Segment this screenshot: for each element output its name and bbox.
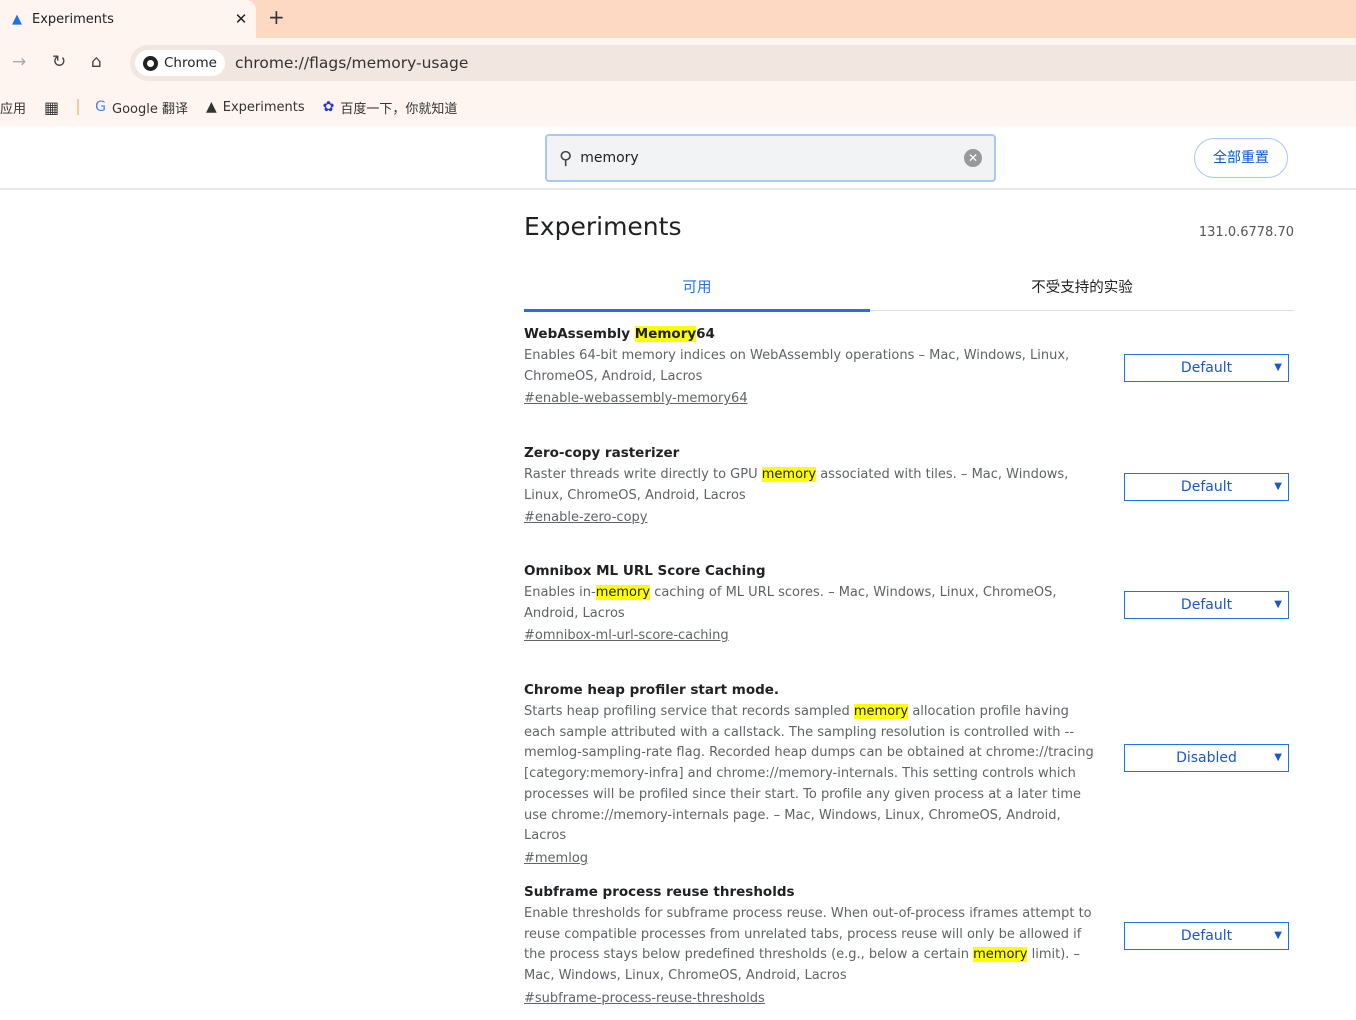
chevron-down-icon: ▼ — [1274, 599, 1282, 610]
experiment-item: Zero-copy rasterizer Raster threads writ… — [524, 443, 1294, 525]
chevron-down-icon: ▼ — [1274, 930, 1282, 941]
experiment-description: Starts heap profiling service that recor… — [524, 702, 1099, 847]
description-text: Enables 64-bit memory indices on WebAsse… — [524, 348, 1070, 384]
select-value: Default — [1180, 360, 1233, 376]
description-text: Starts heap profiling service that recor… — [524, 704, 854, 719]
title-text: Chrome heap profiler start mode. — [524, 682, 780, 698]
bookmarks-bar: 应用 ▦ G Google 翻译 ▲ Experiments ✿ 百度一下，你就知道 — [0, 88, 1356, 126]
experiment-state-select[interactable]: Default ▼ — [1124, 591, 1289, 619]
toolbar: → ↻ ⌂ Chrome chrome://flags/memory-usage — [0, 38, 1356, 88]
divider — [77, 99, 80, 115]
page-title: Experiments — [524, 212, 682, 241]
select-value: Default — [1180, 597, 1233, 613]
search-highlight: Memory — [634, 326, 697, 342]
description-text: allocation profile having each sample at… — [524, 704, 1094, 844]
experiment-description: Raster threads write directly to GPU mem… — [524, 465, 1099, 506]
version-label: 131.0.6778.70 — [1198, 225, 1294, 240]
description-text: Enables in- — [524, 585, 596, 600]
experiment-item: WebAssembly Memory64 Enables 64-bit memo… — [524, 324, 1294, 406]
experiment-description: Enables 64-bit memory indices on WebAsse… — [524, 346, 1099, 387]
experiment-state-select[interactable]: Default ▼ — [1124, 473, 1289, 501]
search-value: memory — [580, 150, 639, 166]
search-highlight: memory — [973, 947, 1028, 963]
chevron-down-icon: ▼ — [1274, 752, 1282, 763]
experiment-title: Zero-copy rasterizer — [524, 443, 1294, 463]
browser-tab[interactable]: ▲ Experiments ✕ — [0, 0, 256, 38]
experiment-link[interactable]: #omnibox-ml-url-score-caching — [524, 628, 729, 643]
experiment-item: Subframe process reuse thresholds Enable… — [524, 882, 1294, 1006]
title-text: Omnibox ML URL Score Caching — [524, 563, 766, 579]
bookmark-apps[interactable]: 应用 — [0, 98, 26, 117]
title-text: WebAssembly — [524, 326, 635, 342]
bookmark-experiments[interactable]: ▲ Experiments — [206, 99, 305, 115]
title-text: Zero-copy rasterizer — [524, 445, 680, 461]
bookmark-label: 百度一下，你就知道 — [340, 101, 458, 117]
flags-header: ⚲ memory ✕ 全部重置 — [0, 126, 1356, 190]
reload-icon[interactable]: ↻ — [52, 52, 66, 72]
tab-unavailable[interactable]: 不受支持的实验 — [909, 276, 1255, 297]
experiment-state-select[interactable]: Default ▼ — [1124, 354, 1289, 382]
experiment-description: Enable thresholds for subframe process r… — [524, 904, 1099, 987]
active-tab-indicator — [524, 309, 870, 312]
tab-strip: ▲ Experiments ✕ + — [0, 0, 1356, 38]
tab-title: Experiments — [32, 11, 114, 27]
search-input[interactable]: ⚲ memory ✕ — [545, 134, 996, 182]
experiment-link[interactable]: #memlog — [524, 851, 588, 866]
bookmark-label: Experiments — [222, 99, 305, 115]
experiment-state-select[interactable]: Default ▼ — [1124, 922, 1289, 950]
chip-label: Chrome — [164, 55, 217, 71]
tab-available[interactable]: 可用 — [524, 276, 870, 297]
site-chip[interactable]: Chrome — [135, 50, 225, 76]
experiment-link[interactable]: #subframe-process-reuse-thresholds — [524, 991, 765, 1006]
bookmark-baidu[interactable]: ✿ 百度一下，你就知道 — [323, 98, 458, 117]
experiment-link[interactable]: #enable-webassembly-memory64 — [524, 391, 748, 406]
experiment-link[interactable]: #enable-zero-copy — [524, 510, 647, 525]
bookmark-label: Google 翻译 — [112, 101, 188, 117]
description-text: Raster threads write directly to GPU — [524, 467, 762, 482]
home-icon[interactable]: ⌂ — [91, 52, 102, 72]
tab-bar: 可用 不受支持的实验 — [524, 270, 1294, 312]
flask-icon: ▲ — [205, 99, 217, 115]
google-translate-icon: G — [95, 99, 106, 115]
experiment-description: Enables in-memory caching of ML URL scor… — [524, 583, 1099, 624]
title-text: Subframe process reuse thresholds — [524, 884, 795, 900]
experiment-item: Omnibox ML URL Score Caching Enables in-… — [524, 561, 1294, 643]
experiment-state-select[interactable]: Disabled ▼ — [1124, 744, 1289, 772]
search-highlight: memory — [761, 467, 817, 482]
experiment-item: Chrome heap profiler start mode. Starts … — [524, 680, 1294, 866]
new-tab-button[interactable]: + — [268, 5, 285, 29]
experiment-title: WebAssembly Memory64 — [524, 324, 1294, 344]
experiment-title: Chrome heap profiler start mode. — [524, 680, 1294, 700]
select-value: Disabled — [1176, 750, 1237, 766]
experiment-title: Subframe process reuse thresholds — [524, 882, 1294, 902]
search-highlight: memory — [595, 585, 651, 600]
address-bar[interactable]: Chrome chrome://flags/memory-usage — [130, 45, 1356, 81]
baidu-paw-icon: ✿ — [322, 99, 335, 115]
apps-grid-icon[interactable]: ▦ — [44, 98, 59, 117]
search-highlight: memory — [853, 704, 909, 719]
chevron-down-icon: ▼ — [1274, 362, 1282, 373]
clear-search-icon[interactable]: ✕ — [964, 149, 982, 167]
close-tab-icon[interactable]: ✕ — [226, 10, 256, 28]
title-text: 64 — [696, 326, 715, 342]
bookmark-google-translate[interactable]: G Google 翻译 — [95, 98, 188, 117]
select-value: Default — [1180, 479, 1233, 495]
experiment-title: Omnibox ML URL Score Caching — [524, 561, 1294, 581]
url-text: chrome://flags/memory-usage — [234, 54, 469, 72]
flask-icon: ▲ — [12, 11, 22, 27]
chevron-down-icon: ▼ — [1274, 481, 1282, 492]
forward-icon[interactable]: → — [12, 52, 26, 72]
search-icon: ⚲ — [559, 147, 573, 169]
chrome-icon — [143, 55, 158, 71]
select-value: Default — [1180, 928, 1233, 944]
reset-all-button[interactable]: 全部重置 — [1194, 138, 1288, 178]
